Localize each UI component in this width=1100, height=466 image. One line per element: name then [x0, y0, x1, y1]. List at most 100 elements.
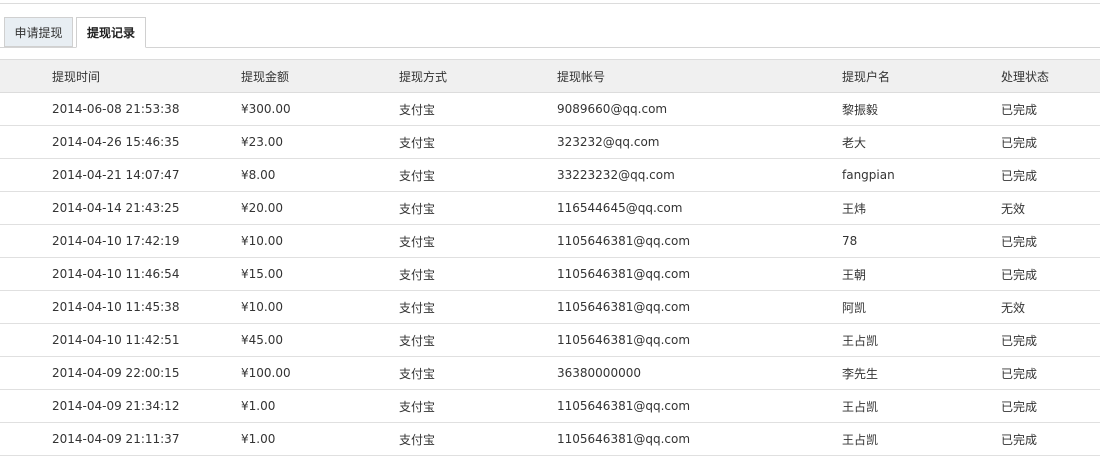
- cell-account: 1105646381@qq.com: [557, 290, 842, 324]
- cell-time: 2014-04-21 14:07:47: [52, 158, 241, 192]
- cell-status: 已完成: [1001, 422, 1100, 456]
- table-row: 2014-04-14 21:43:25 ¥20.00 支付宝 116544645…: [0, 191, 1100, 225]
- cell-name: 老大: [842, 125, 1001, 159]
- cell-time: 2014-04-09 21:34:12: [52, 389, 241, 423]
- header-withdraw-amount: 提现金额: [241, 59, 399, 93]
- cell-method: 支付宝: [399, 323, 557, 357]
- cell-method: 支付宝: [399, 191, 557, 225]
- top-divider: [0, 3, 1100, 4]
- cell-method: 支付宝: [399, 257, 557, 291]
- row-spacer: [0, 257, 52, 291]
- cell-amount: ¥8.00: [241, 158, 399, 192]
- cell-account: 323232@qq.com: [557, 125, 842, 159]
- tab-withdrawal-records[interactable]: 提现记录: [76, 17, 146, 48]
- cell-status: 无效: [1001, 191, 1100, 225]
- row-spacer: [0, 191, 52, 225]
- tab-bar-baseline: [0, 47, 1100, 48]
- tab-apply-withdrawal[interactable]: 申请提现: [4, 17, 73, 47]
- cell-account: 36380000000: [557, 356, 842, 390]
- cell-method: 支付宝: [399, 158, 557, 192]
- cell-amount: ¥10.00: [241, 290, 399, 324]
- row-spacer: [0, 158, 52, 192]
- cell-amount: ¥100.00: [241, 356, 399, 390]
- cell-status: 已完成: [1001, 323, 1100, 357]
- header-spacer: [0, 59, 52, 93]
- cell-name: 王朝: [842, 257, 1001, 291]
- withdrawal-records-table: 提现时间 提现金额 提现方式 提现帐号 提现户名 处理状态 2014-06-08…: [0, 59, 1100, 456]
- cell-amount: ¥1.00: [241, 422, 399, 456]
- cell-status: 无效: [1001, 290, 1100, 324]
- cell-time: 2014-04-10 11:42:51: [52, 323, 241, 357]
- cell-time: 2014-04-10 11:45:38: [52, 290, 241, 324]
- row-spacer: [0, 224, 52, 258]
- table-row: 2014-04-10 11:46:54 ¥15.00 支付宝 110564638…: [0, 257, 1100, 291]
- cell-amount: ¥20.00: [241, 191, 399, 225]
- cell-account: 33223232@qq.com: [557, 158, 842, 192]
- cell-time: 2014-04-10 17:42:19: [52, 224, 241, 258]
- cell-time: 2014-04-09 22:00:15: [52, 356, 241, 390]
- table-row: 2014-04-09 22:00:15 ¥100.00 支付宝 36380000…: [0, 356, 1100, 390]
- cell-account: 1105646381@qq.com: [557, 257, 842, 291]
- cell-amount: ¥23.00: [241, 125, 399, 159]
- cell-account: 9089660@qq.com: [557, 92, 842, 126]
- cell-method: 支付宝: [399, 290, 557, 324]
- cell-account: 1105646381@qq.com: [557, 323, 842, 357]
- table-row: 2014-04-09 21:11:37 ¥1.00 支付宝 1105646381…: [0, 422, 1100, 456]
- cell-time: 2014-04-10 11:46:54: [52, 257, 241, 291]
- row-spacer: [0, 356, 52, 390]
- tab-bar: 申请提现 提现记录: [0, 17, 1100, 48]
- header-withdraw-account: 提现帐号: [557, 59, 842, 93]
- cell-status: 已完成: [1001, 125, 1100, 159]
- cell-account: 1105646381@qq.com: [557, 224, 842, 258]
- cell-account: 1105646381@qq.com: [557, 422, 842, 456]
- cell-name: fangpian: [842, 158, 1001, 192]
- cell-name: 阿凯: [842, 290, 1001, 324]
- cell-time: 2014-06-08 21:53:38: [52, 92, 241, 126]
- cell-method: 支付宝: [399, 389, 557, 423]
- cell-method: 支付宝: [399, 92, 557, 126]
- table-row: 2014-04-10 11:45:38 ¥10.00 支付宝 110564638…: [0, 290, 1100, 324]
- row-spacer: [0, 389, 52, 423]
- row-spacer: [0, 290, 52, 324]
- cell-name: 黎振毅: [842, 92, 1001, 126]
- cell-status: 已完成: [1001, 158, 1100, 192]
- table-row: 2014-04-26 15:46:35 ¥23.00 支付宝 323232@qq…: [0, 125, 1100, 159]
- cell-status: 已完成: [1001, 224, 1100, 258]
- cell-amount: ¥45.00: [241, 323, 399, 357]
- cell-name: 78: [842, 224, 1001, 258]
- cell-name: 王炜: [842, 191, 1001, 225]
- cell-method: 支付宝: [399, 422, 557, 456]
- cell-method: 支付宝: [399, 356, 557, 390]
- table-row: 2014-04-09 21:34:12 ¥1.00 支付宝 1105646381…: [0, 389, 1100, 423]
- cell-amount: ¥10.00: [241, 224, 399, 258]
- cell-status: 已完成: [1001, 92, 1100, 126]
- cell-status: 已完成: [1001, 257, 1100, 291]
- cell-method: 支付宝: [399, 125, 557, 159]
- cell-name: 王占凯: [842, 389, 1001, 423]
- header-withdraw-method: 提现方式: [399, 59, 557, 93]
- cell-method: 支付宝: [399, 224, 557, 258]
- cell-time: 2014-04-26 15:46:35: [52, 125, 241, 159]
- cell-account: 116544645@qq.com: [557, 191, 842, 225]
- table-row: 2014-04-10 17:42:19 ¥10.00 支付宝 110564638…: [0, 224, 1100, 258]
- row-spacer: [0, 92, 52, 126]
- cell-status: 已完成: [1001, 389, 1100, 423]
- cell-amount: ¥1.00: [241, 389, 399, 423]
- cell-time: 2014-04-09 21:11:37: [52, 422, 241, 456]
- table-row: 2014-04-21 14:07:47 ¥8.00 支付宝 33223232@q…: [0, 158, 1100, 192]
- header-withdraw-time: 提现时间: [52, 59, 241, 93]
- cell-name: 王占凯: [842, 323, 1001, 357]
- cell-name: 王占凯: [842, 422, 1001, 456]
- cell-status: 已完成: [1001, 356, 1100, 390]
- table-header-row: 提现时间 提现金额 提现方式 提现帐号 提现户名 处理状态: [0, 59, 1100, 93]
- header-account-name: 提现户名: [842, 59, 1001, 93]
- table-row: 2014-04-10 11:42:51 ¥45.00 支付宝 110564638…: [0, 323, 1100, 357]
- table-row: 2014-06-08 21:53:38 ¥300.00 支付宝 9089660@…: [0, 92, 1100, 126]
- cell-time: 2014-04-14 21:43:25: [52, 191, 241, 225]
- header-status: 处理状态: [1001, 59, 1100, 93]
- row-spacer: [0, 323, 52, 357]
- cell-amount: ¥300.00: [241, 92, 399, 126]
- row-spacer: [0, 125, 52, 159]
- table-body: 2014-06-08 21:53:38 ¥300.00 支付宝 9089660@…: [0, 92, 1100, 456]
- cell-name: 李先生: [842, 356, 1001, 390]
